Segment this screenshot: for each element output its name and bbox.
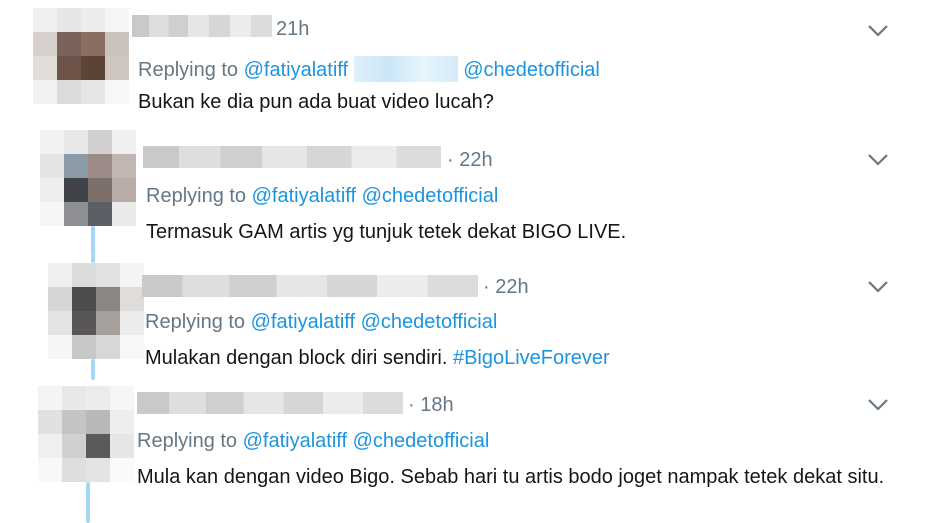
thread-line (86, 482, 90, 523)
author-name-redacted[interactable] (143, 146, 441, 168)
thread-line (91, 226, 95, 256)
tweet-text: Bukan ke dia pun ada buat video lucah? (138, 91, 494, 113)
reply-tweet-1[interactable]: 21h Replying to @fatiyalatiff @chedetoff… (0, 0, 947, 125)
tweet-text: Mula kan dengan video Bigo. Sebab hari t… (137, 466, 885, 488)
mention-fatiyalatiff[interactable]: @fatiyalatiff (244, 59, 348, 81)
avatar[interactable] (38, 386, 134, 482)
tweet-text: Termasuk GAM artis yg tunjuk tetek dekat… (146, 221, 627, 243)
reply-tweet-3[interactable]: · 22h Replying to @fatiyalatiff @chedeto… (0, 255, 947, 380)
author-name-redacted[interactable] (142, 275, 478, 297)
mention-chedetofficial[interactable]: @chedetofficial (463, 59, 600, 81)
hashtag-link[interactable]: #BigoLiveForever (453, 347, 610, 369)
timestamp[interactable]: · 22h (483, 276, 529, 299)
author-name-redacted[interactable] (137, 392, 403, 414)
replying-label: Replying to (137, 430, 238, 452)
tweet-text-plain: Mulakan dengan block diri sendiri. (145, 347, 453, 369)
replying-to: Replying to @fatiyalatiff @chedetofficia… (138, 56, 600, 82)
avatar[interactable] (40, 130, 136, 226)
chevron-down-icon[interactable] (867, 280, 889, 294)
mention-fatiyalatiff[interactable]: @fatiyalatiff (252, 185, 356, 207)
tweet-text: Mulakan dengan block diri sendiri. #Bigo… (145, 342, 610, 374)
timestamp[interactable]: · 18h (408, 394, 454, 417)
reply-tweet-4[interactable]: · 18h Replying to @fatiyalatiff @chedeto… (0, 380, 947, 523)
thread-line (91, 359, 95, 380)
author-name-redacted[interactable] (132, 15, 272, 37)
avatar[interactable] (48, 263, 144, 359)
reply-tweet-2[interactable]: · 22h Replying to @fatiyalatiff @chedeto… (0, 125, 947, 256)
chevron-down-icon[interactable] (867, 398, 889, 412)
replying-to: Replying to @fatiyalatiff @chedetofficia… (137, 430, 489, 453)
replying-to: Replying to @fatiyalatiff @chedetofficia… (145, 311, 497, 334)
mention-chedetofficial[interactable]: @chedetofficial (362, 185, 499, 207)
mention-fatiyalatiff[interactable]: @fatiyalatiff (243, 430, 347, 452)
chevron-down-icon[interactable] (867, 153, 889, 167)
replying-to: Replying to @fatiyalatiff @chedetofficia… (146, 185, 498, 208)
mention-chedetofficial[interactable]: @chedetofficial (353, 430, 490, 452)
chevron-down-icon[interactable] (867, 24, 889, 38)
timestamp[interactable]: · 22h (447, 149, 493, 172)
timestamp[interactable]: 21h (276, 18, 309, 41)
replying-label: Replying to (145, 311, 246, 333)
redacted-mention (353, 56, 458, 82)
replying-label: Replying to (138, 59, 239, 81)
mention-chedetofficial[interactable]: @chedetofficial (361, 311, 498, 333)
replying-label: Replying to (146, 185, 247, 207)
avatar[interactable] (33, 8, 129, 104)
mention-fatiyalatiff[interactable]: @fatiyalatiff (251, 311, 355, 333)
thread-line (91, 255, 95, 263)
